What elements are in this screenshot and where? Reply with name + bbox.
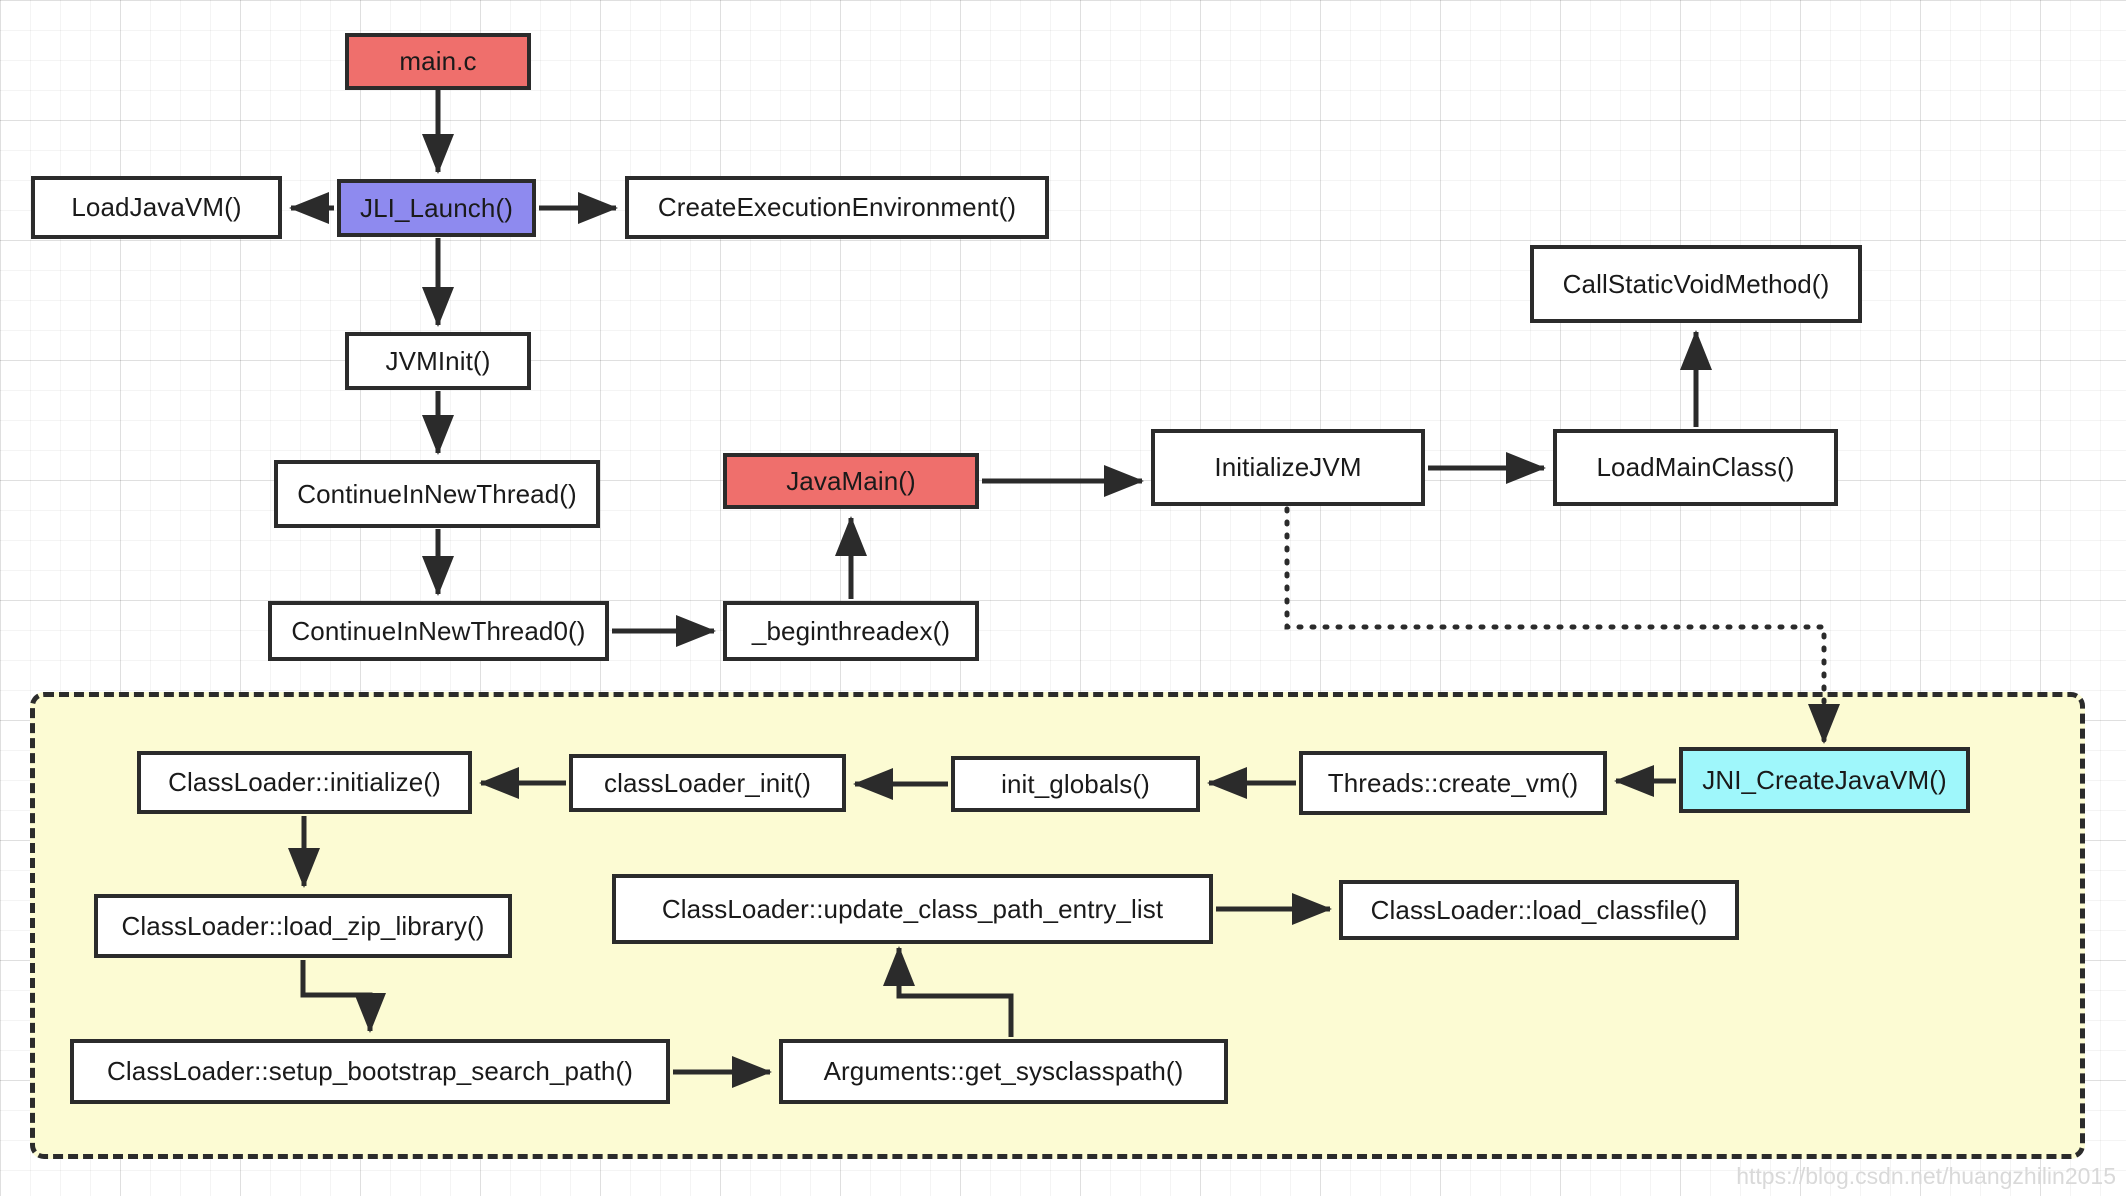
node-class-loader-init[interactable]: classLoader_init(): [569, 754, 846, 812]
node-load-main-class[interactable]: LoadMainClass(): [1553, 429, 1838, 506]
node-create-execution-environment[interactable]: CreateExecutionEnvironment(): [625, 176, 1049, 239]
watermark-text: https://blog.csdn.net/huangzhilin2015: [1736, 1163, 2116, 1189]
node-init-globals[interactable]: init_globals(): [951, 756, 1200, 812]
node-main-c[interactable]: main.c: [345, 33, 531, 90]
node-classloader-load-classfile[interactable]: ClassLoader::load_classfile(): [1339, 880, 1739, 940]
node-continue-in-new-thread0[interactable]: ContinueInNewThread0(): [268, 601, 609, 661]
node-call-static-void-method[interactable]: CallStaticVoidMethod(): [1530, 245, 1862, 323]
node-classloader-initialize[interactable]: ClassLoader::initialize(): [137, 751, 472, 814]
node-arguments-get-sysclasspath[interactable]: Arguments::get_sysclasspath(): [779, 1039, 1228, 1104]
node-continue-in-new-thread[interactable]: ContinueInNewThread(): [274, 460, 600, 528]
node-initialize-jvm[interactable]: InitializeJVM: [1151, 429, 1425, 506]
node-jvm-init[interactable]: JVMInit(): [345, 332, 531, 390]
node-jli-launch[interactable]: JLI_Launch(): [337, 179, 536, 237]
diagram-canvas: main.c LoadJavaVM() JLI_Launch() CreateE…: [0, 0, 2126, 1196]
node-java-main[interactable]: JavaMain(): [723, 453, 979, 509]
node-jni-create-java-vm[interactable]: JNI_CreateJavaVM(): [1679, 747, 1970, 813]
node-beginthreadex[interactable]: _beginthreadex(): [723, 601, 979, 661]
node-classloader-setup-bootstrap-search-path[interactable]: ClassLoader::setup_bootstrap_search_path…: [70, 1039, 670, 1104]
node-threads-create-vm[interactable]: Threads::create_vm(): [1299, 751, 1607, 815]
node-classloader-load-zip-library[interactable]: ClassLoader::load_zip_library(): [94, 894, 512, 958]
node-classloader-update-class-path-entry-list[interactable]: ClassLoader::update_class_path_entry_lis…: [612, 874, 1213, 944]
node-load-java-vm[interactable]: LoadJavaVM(): [31, 176, 282, 239]
